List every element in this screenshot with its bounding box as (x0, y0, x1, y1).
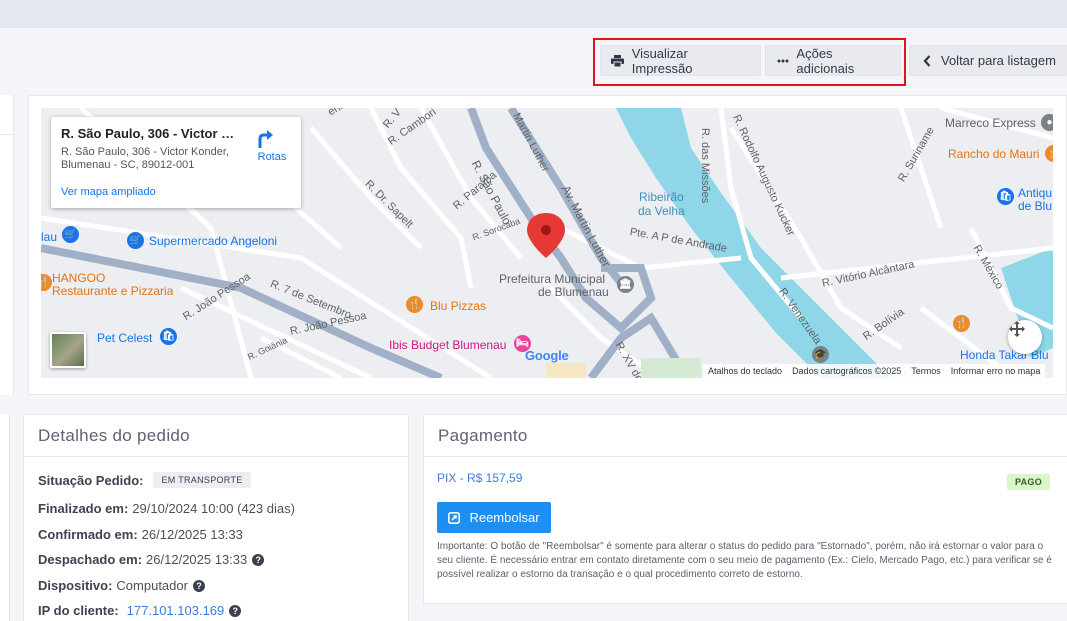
status-row: Situação Pedido: EM TRANSPORTE (38, 472, 251, 488)
top-bar (0, 0, 1067, 28)
poi-label[interactable]: Pet Celest (97, 331, 152, 345)
external-link-icon (448, 511, 461, 524)
refund-note: Importante: O botão de "Reembolsar" é so… (437, 541, 1052, 580)
government-building-icon[interactable]: 🏛 (617, 276, 634, 293)
google-logo: Google (525, 348, 569, 363)
poi-label: lau (41, 230, 58, 244)
shopping-bag-icon[interactable]: 🛍 (160, 328, 177, 345)
ip-link[interactable]: 177.101.103.169 (127, 603, 225, 618)
dispatched-label: Despachado em: (38, 552, 143, 567)
print-preview-button[interactable]: Visualizar Impressão (600, 45, 761, 76)
poi-label[interactable]: Blu Pizzas (430, 299, 486, 313)
back-to-list-label: Voltar para listagem (941, 53, 1056, 68)
device-value: Computador (116, 578, 188, 593)
confirmed-row: Confirmado em: 26/12/2025 13:33 (38, 527, 243, 542)
payment-status-badge: PAGO (1007, 474, 1051, 490)
river-label-line2: da Velha (638, 204, 685, 218)
google-logo-text: Google (525, 348, 569, 363)
satellite-toggle[interactable] (50, 332, 86, 368)
shopping-cart-icon[interactable]: 🛒 (127, 232, 144, 249)
device-row: Dispositivo: Computador ? (38, 578, 205, 593)
left-panel-bottom (0, 414, 10, 621)
larger-map-link[interactable]: Ver mapa ampliado (61, 186, 156, 198)
help-icon[interactable]: ? (229, 604, 242, 617)
payment-title: Pagamento (424, 415, 1067, 457)
shopping-bag-icon[interactable]: 🛍 (997, 188, 1014, 205)
help-icon[interactable]: ? (252, 553, 265, 566)
chevron-left-icon (920, 54, 934, 68)
restaurant-icon[interactable]: 🍴 (953, 315, 970, 332)
map-attribution-bar: Atalhos do teclado Dados cartográficos ©… (703, 364, 1046, 378)
map-info-window: R. São Paulo, 306 - Victor Kon... R. São… (51, 117, 301, 208)
shop-icon[interactable]: ● (1041, 114, 1053, 131)
directions-button[interactable]: Rotas (254, 127, 290, 163)
additional-actions-button[interactable]: Ações adicionais (765, 45, 901, 76)
help-icon[interactable]: ? (192, 579, 205, 592)
additional-actions-label: Ações adicionais (796, 45, 855, 76)
confirmed-label: Confirmado em: (38, 527, 138, 542)
more-dots-icon (776, 54, 789, 68)
poi-label[interactable]: Supermercado Angeloni (149, 234, 277, 248)
river-label: Ribeirão da Velha (638, 190, 685, 218)
confirmed-value: 26/12/2025 13:33 (141, 527, 243, 542)
status-badge: EM TRANSPORTE (153, 472, 251, 488)
street-label: R. das Missões (699, 128, 711, 204)
map-place-address: R. São Paulo, 306 - Victor Konder, Blume… (61, 146, 229, 171)
order-details-panel: Detalhes do pedido Situação Pedido: EM T… (23, 414, 409, 621)
poi-label[interactable]: Marreco Express (945, 116, 1036, 130)
payment-panel: Pagamento PIX - R$ 157,59 PAGO Reembolsa… (423, 414, 1067, 604)
toolbar-row (0, 28, 1067, 94)
fullscreen-button[interactable] (1008, 320, 1042, 354)
restaurant-icon[interactable]: 🍴 (406, 296, 423, 313)
keyboard-shortcuts-link[interactable]: Atalhos do teclado (703, 366, 787, 376)
poi-label[interactable]: Prefeitura Municipal (499, 272, 605, 286)
left-panel-top (0, 95, 14, 395)
print-preview-label: Visualizar Impressão (631, 45, 693, 76)
terms-link[interactable]: Termos (906, 366, 946, 376)
finalized-value: 29/10/2024 10:00 (423 dias) (132, 501, 295, 516)
ip-label: IP do cliente: (38, 603, 119, 618)
shopping-cart-icon[interactable]: 🛒 (62, 226, 79, 243)
refund-button[interactable]: Reembolsar (437, 502, 551, 533)
map-data-text: Dados cartográficos ©2025 (792, 366, 902, 376)
poi-label[interactable]: Ibis Budget Blumenau (389, 338, 506, 352)
map-place-title: R. São Paulo, 306 - Victor Kon... (61, 126, 241, 141)
order-details-title: Detalhes do pedido (24, 415, 408, 457)
report-error-link[interactable]: Informar erro no mapa (946, 366, 1046, 376)
poi-label[interactable]: de Blu (1018, 199, 1052, 213)
poi-label[interactable]: Rancho do Mauri (948, 147, 1039, 161)
poi-label[interactable]: HANGOO (52, 271, 105, 285)
printer-icon (611, 54, 625, 68)
ip-row: IP do cliente: 177.101.103.169 ? (38, 603, 242, 618)
poi-label[interactable]: Antiqu (1018, 186, 1052, 200)
directions-label: Rotas (257, 151, 287, 163)
back-to-list-button[interactable]: Voltar para listagem (909, 45, 1067, 76)
school-icon[interactable]: 🎓 (812, 346, 829, 363)
device-label: Dispositivo: (38, 578, 113, 593)
poi-label[interactable]: de Blumenau (538, 285, 609, 299)
status-label: Situação Pedido: (38, 472, 144, 488)
dispatched-row: Despachado em: 26/12/2025 13:33 ? (38, 552, 265, 567)
refund-label: Reembolsar (469, 510, 540, 525)
finalized-label: Finalizado em: (38, 501, 129, 516)
dispatched-value: 26/12/2025 13:33 (146, 552, 248, 567)
embedded-map[interactable]: R. São Paulo, 306 - Victor Kon... R. São… (41, 108, 1053, 378)
payment-method: PIX - R$ 157,59 (437, 471, 523, 485)
left-panel-divider (0, 134, 14, 135)
poi-label[interactable]: Restaurante e Pizzaria (52, 284, 173, 298)
finalized-row: Finalizado em: 29/10/2024 10:00 (423 dia… (38, 501, 295, 516)
river-label-line1: Ribeirão (639, 190, 684, 204)
directions-icon (258, 127, 282, 149)
